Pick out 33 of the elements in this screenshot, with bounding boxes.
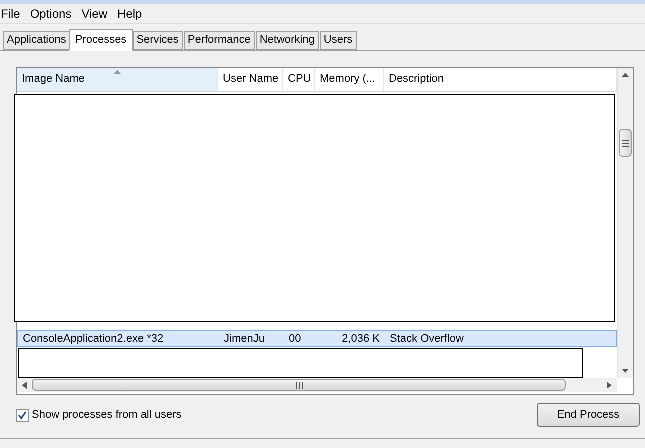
- table-row[interactable]: ConsoleApplication2.exe *32 JimenJu 00 2,036 K Stack Overflow: [17, 330, 617, 348]
- menu-item[interactable]: Options: [25, 4, 77, 22]
- menu-item[interactable]: File: [0, 4, 26, 22]
- menu-item[interactable]: Help: [112, 4, 148, 22]
- grip-icon: [296, 382, 302, 389]
- table-cell-text: 2,036 K: [341, 332, 381, 347]
- tab[interactable]: Performance: [184, 31, 255, 50]
- scroll-up-icon[interactable]: [622, 73, 629, 77]
- table-cell-text: JimenJu: [223, 332, 266, 347]
- scroll-left-icon[interactable]: [22, 382, 27, 389]
- column-header[interactable]: Image Name: [17, 68, 218, 91]
- tab[interactable]: Processes: [69, 29, 133, 51]
- column-header[interactable]: Memory (...: [315, 68, 384, 91]
- table-cell-text: ConsoleApplication2.exe *32: [22, 332, 165, 347]
- grip-icon: [622, 140, 629, 146]
- table-cell-text: 00: [288, 332, 302, 347]
- table-cell-text: Stack Overflow: [389, 332, 465, 347]
- scroll-right-icon[interactable]: [607, 382, 612, 389]
- end-process-button[interactable]: End Process: [537, 403, 640, 427]
- tab[interactable]: Networking: [256, 31, 319, 50]
- checkbox[interactable]: [16, 408, 29, 422]
- scrollbar-thumb[interactable]: [619, 129, 632, 157]
- checkbox-label[interactable]: Show processes from all users: [32, 406, 182, 424]
- scroll-down-icon[interactable]: [622, 369, 629, 373]
- tab[interactable]: Applications: [3, 31, 70, 50]
- horizontal-scrollbar[interactable]: [17, 378, 617, 392]
- column-header[interactable]: User Name: [218, 68, 283, 91]
- menu-item[interactable]: View: [76, 4, 112, 22]
- tab[interactable]: Users: [320, 31, 357, 50]
- vertical-scrollbar[interactable]: [617, 68, 633, 378]
- scrollbar-thumb[interactable]: [32, 379, 566, 392]
- tab[interactable]: Services: [132, 31, 183, 50]
- column-header[interactable]: CPU: [283, 68, 315, 91]
